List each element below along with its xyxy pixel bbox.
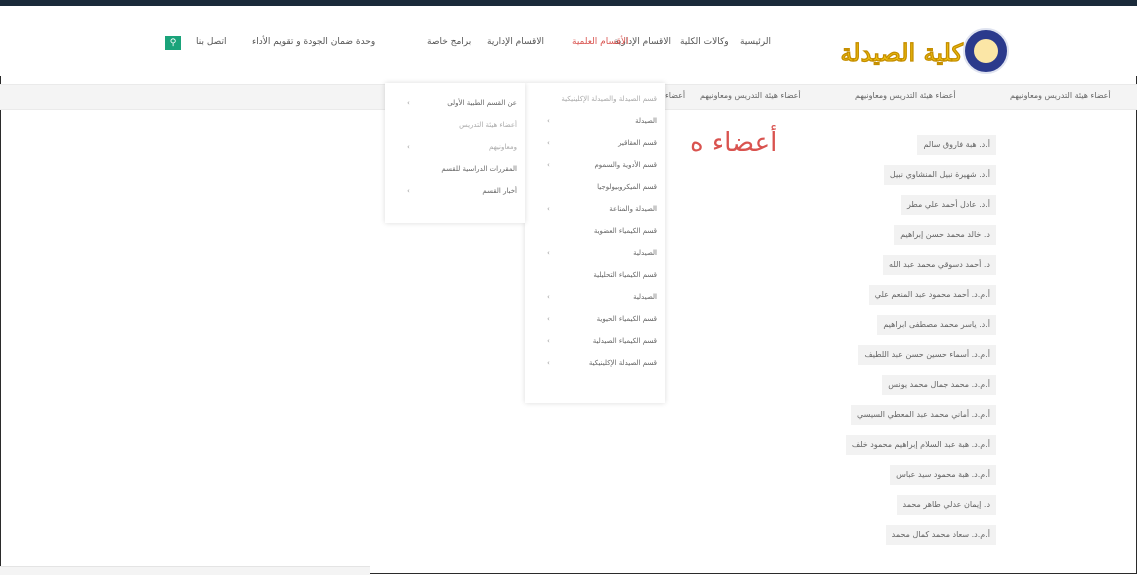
breadcrumb-item[interactable]: أعضاء bbox=[665, 91, 685, 100]
chevron-icon: ‹ bbox=[547, 139, 550, 147]
chevron-icon: ‹ bbox=[407, 143, 410, 151]
member-link[interactable]: أ.د. هبة فاروق سالم bbox=[917, 135, 996, 155]
dropdown-item[interactable]: قسم الكيمياء الصيدلية bbox=[593, 337, 657, 345]
nav-item-quality[interactable]: وحدة ضمان الجودة و تقويم الأداء bbox=[252, 37, 375, 47]
nav-item-science-depts[interactable]: الأقسام العلمية bbox=[572, 37, 628, 47]
nav-item-home[interactable]: الرئيسية bbox=[740, 37, 771, 47]
member-link[interactable]: أ.د. عادل أحمد علي مطر bbox=[901, 195, 996, 215]
member-link[interactable]: د. أحمد دسوقي محمد عبد الله bbox=[883, 255, 996, 275]
dropdown-item[interactable]: أعضاء هيئة التدريس bbox=[459, 121, 517, 129]
chevron-icon: ‹ bbox=[547, 117, 550, 125]
dropdown-item[interactable]: الصيدلية bbox=[633, 249, 657, 257]
dropdown-item[interactable]: قسم الكيمياء الحيوية bbox=[597, 315, 657, 323]
member-link[interactable]: أ.م.د. محمد جمال محمد يونس bbox=[882, 375, 996, 395]
dropdown-item[interactable]: قسم العقاقير bbox=[618, 139, 657, 147]
logo-text: كلية الصيدلة bbox=[840, 38, 963, 68]
dropdown-item[interactable]: الصيدلة bbox=[635, 117, 657, 125]
member-link[interactable]: أ.م.د. أماني محمد عبد المعطي السيسي bbox=[851, 405, 996, 425]
dropdown-item[interactable]: الصيدلة والمناعة bbox=[609, 205, 657, 213]
dropdown-item[interactable]: قسم الأدوية والسموم bbox=[594, 161, 657, 169]
chevron-icon: ‹ bbox=[547, 293, 550, 301]
dropdown-item[interactable]: قسم الكيمياء العضوية bbox=[594, 227, 657, 235]
search-button[interactable]: ⚲ bbox=[165, 36, 181, 50]
dropdown-item[interactable]: قسم الكيمياء التحليلية bbox=[593, 271, 657, 279]
nav-item-admin-depts-2[interactable]: الاقسام الإدارية bbox=[487, 37, 544, 47]
member-link[interactable]: د. إيمان عدلي طاهر محمد bbox=[896, 495, 996, 515]
member-link[interactable]: أ.د. ياسر محمد مصطفى ابراهيم bbox=[877, 315, 996, 335]
chevron-icon: ‹ bbox=[547, 315, 550, 323]
department-submenu: عن القسم الطبية الأولى ‹ أعضاء هيئة التدري… bbox=[385, 83, 525, 223]
chevron-icon: ‹ bbox=[547, 161, 550, 169]
member-link[interactable]: أ.م.د. سعاد محمد كمال محمد bbox=[885, 525, 996, 545]
member-link[interactable]: أ.م.د. هبة عبد السلام إبراهيم محمود خلف bbox=[845, 435, 996, 455]
dropdown-item[interactable]: ومعاونيهم bbox=[489, 143, 517, 151]
chevron-icon: ‹ bbox=[547, 337, 550, 345]
dropdown-item[interactable]: الصيدلية bbox=[633, 293, 657, 301]
breadcrumb-item[interactable]: أعضاء هيئة التدريس ومعاونيهم bbox=[700, 91, 801, 100]
chevron-icon: ‹ bbox=[547, 249, 550, 257]
science-depts-dropdown: قسم الصيدلة والصيدلة الإكلينيكية الصيدلة ‹… bbox=[525, 83, 665, 403]
university-seal-icon bbox=[963, 28, 1009, 74]
dropdown-item[interactable]: قسم الميكروبيولوجيا bbox=[597, 183, 657, 191]
chevron-icon: ‹ bbox=[407, 187, 410, 195]
chevron-icon: ‹ bbox=[547, 205, 550, 213]
chevron-icon: ‹ bbox=[547, 359, 550, 367]
member-link[interactable]: أ.د. شهيرة نبيل المنشاوي نبيل bbox=[883, 165, 996, 185]
nav-item-agencies[interactable]: وكالات الكلية bbox=[680, 37, 729, 47]
nav-item-special-programs[interactable]: برامج خاصة bbox=[427, 37, 471, 47]
breadcrumb-item[interactable]: أعضاء هيئة التدريس ومعاونيهم bbox=[855, 91, 956, 100]
chevron-icon: ‹ bbox=[407, 99, 410, 107]
member-link[interactable]: د. خالد محمد حسن إبراهيم bbox=[894, 225, 996, 245]
member-link[interactable]: أ.م.د. أحمد محمود عبد المنعم علي bbox=[868, 285, 996, 305]
member-link[interactable]: أ.م.د. هبة محمود سيد عباس bbox=[890, 465, 996, 485]
college-logo[interactable]: كلية الصيدلة bbox=[803, 28, 1018, 78]
dropdown-item[interactable]: قسم الصيدلة والصيدلة الإكلينيكية bbox=[561, 95, 657, 103]
main-navbar: ⚲ الرئيسية وكالات الكلية الاقسام الإداري… bbox=[0, 6, 1137, 76]
dropdown-item[interactable]: قسم الصيدلة الإكلينيكية bbox=[589, 359, 657, 367]
dropdown-item[interactable]: عن القسم الطبية الأولى bbox=[447, 99, 517, 107]
page-title: أعضاء ه bbox=[690, 128, 778, 158]
dropdown-item[interactable]: المقررات الدراسية للقسم bbox=[441, 165, 517, 173]
dropdown-item[interactable]: أخبار القسم bbox=[482, 187, 517, 195]
search-icon: ⚲ bbox=[169, 38, 177, 48]
member-link[interactable]: أ.م.د. أسماء حسين حسن عبد اللطيف bbox=[858, 345, 996, 365]
nav-item-contact[interactable]: اتصل بنا bbox=[196, 37, 226, 47]
breadcrumb-item[interactable]: أعضاء هيئة التدريس ومعاونيهم bbox=[1010, 91, 1111, 100]
